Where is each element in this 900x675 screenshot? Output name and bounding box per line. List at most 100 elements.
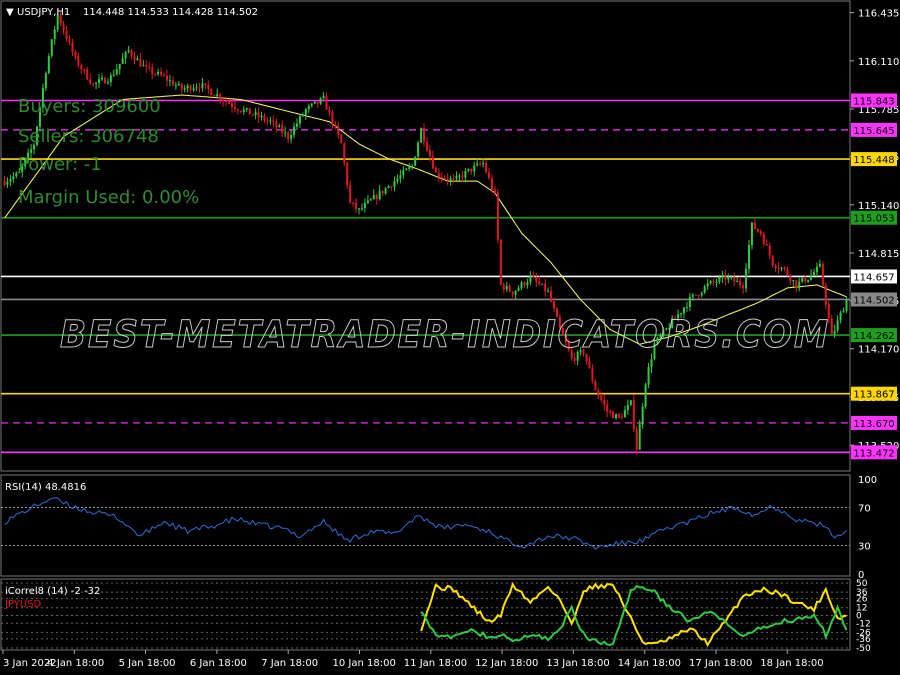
candle-body xyxy=(77,56,80,66)
candle-body xyxy=(464,170,467,178)
candle-body xyxy=(207,84,210,90)
candle-body xyxy=(482,162,485,165)
candle-body xyxy=(331,111,334,125)
candle-body xyxy=(618,414,621,418)
candle-body xyxy=(753,222,756,230)
candle-body xyxy=(597,390,600,396)
candle-body xyxy=(136,58,139,61)
candle-body xyxy=(411,165,414,168)
candle-body xyxy=(360,208,363,210)
candle-body xyxy=(239,110,242,112)
chart-canvas[interactable]: 116.435116.110115.785115.465115.140114.8… xyxy=(0,0,900,675)
candle-body xyxy=(691,294,694,297)
candle-body xyxy=(103,77,106,84)
candle-body xyxy=(804,277,807,282)
candle-body xyxy=(502,284,505,290)
level-label: 113.472 xyxy=(853,448,894,459)
candle-body xyxy=(186,85,189,89)
candle-body xyxy=(620,417,623,419)
candle-body xyxy=(685,307,688,309)
candle-body xyxy=(420,128,423,143)
candle-body xyxy=(251,114,254,116)
candle-body xyxy=(387,186,390,189)
candle-body xyxy=(301,114,304,116)
x-tick-label: 18 Jan 18:00 xyxy=(760,658,823,669)
candle-body xyxy=(821,263,824,286)
candle-body xyxy=(201,83,204,88)
x-tick-label: 11 Jan 18:00 xyxy=(404,658,467,669)
candle-body xyxy=(774,265,777,268)
candle-body xyxy=(511,291,514,295)
candle-body xyxy=(638,424,641,450)
candle-body xyxy=(845,299,848,311)
y-tick-label: 116.110 xyxy=(858,57,899,68)
candle-body xyxy=(151,67,154,75)
candle-body xyxy=(284,132,287,134)
candle-body xyxy=(499,239,502,285)
candle-body xyxy=(9,179,12,182)
rsi-line xyxy=(4,497,847,550)
candle-body xyxy=(405,168,408,171)
candle-body xyxy=(254,112,257,115)
candle-body xyxy=(219,94,222,100)
candle-body xyxy=(402,170,405,176)
candle-body xyxy=(245,108,248,110)
candle-body xyxy=(100,77,103,80)
candle-body xyxy=(532,275,535,278)
candle-body xyxy=(414,156,417,166)
candle-body xyxy=(694,294,697,296)
candle-body xyxy=(493,189,496,193)
header-arrow-icon[interactable]: ▼ xyxy=(6,7,14,18)
candle-body xyxy=(485,162,488,173)
level-label: 115.448 xyxy=(853,155,894,166)
candle-body xyxy=(242,109,245,112)
y-tick-label: 114.815 xyxy=(858,249,899,260)
candle-body xyxy=(393,181,396,187)
candle-body xyxy=(523,282,526,286)
candle-body xyxy=(641,406,644,425)
candle-body xyxy=(742,285,745,289)
candle-body xyxy=(222,99,225,101)
candle-body xyxy=(133,55,136,61)
candle-body xyxy=(458,175,461,177)
correl-tick-label: -50 xyxy=(856,644,871,654)
candle-body xyxy=(80,65,83,70)
candle-body xyxy=(612,411,615,419)
candle-body xyxy=(230,103,233,107)
candle-body xyxy=(83,69,86,71)
candle-body xyxy=(706,283,709,287)
candle-body xyxy=(269,120,272,122)
candle-body xyxy=(505,285,508,290)
candle-body xyxy=(366,200,369,204)
candle-body xyxy=(139,58,142,67)
watermark-logo: BEST-METATRADER-INDICATORS.COM xyxy=(60,313,830,356)
candle-body xyxy=(145,65,148,67)
candle-body xyxy=(337,125,340,135)
candle-body xyxy=(739,281,742,286)
candle-body xyxy=(768,245,771,256)
candle-body xyxy=(112,74,115,76)
candle-body xyxy=(127,49,130,52)
candle-body xyxy=(183,88,186,90)
candle-body xyxy=(50,39,53,56)
candle-body xyxy=(609,411,612,413)
candle-body xyxy=(603,399,606,405)
candle-body xyxy=(449,178,452,181)
candle-body xyxy=(12,176,15,180)
time-axis: 3 Jan 20224 Jan 18:00 5 Jan 18:00 6 Jan 18… xyxy=(2,650,824,669)
candle-body xyxy=(488,172,491,179)
candle-body xyxy=(163,75,166,77)
candle-body xyxy=(115,69,118,75)
candle-body xyxy=(718,277,721,282)
candle-body xyxy=(833,330,836,335)
sellers-label: Sellers: 306748 xyxy=(18,126,159,147)
level-label: 115.843 xyxy=(853,96,894,107)
level-label: 113.867 xyxy=(853,390,894,401)
candle-body xyxy=(47,55,50,74)
candle-body xyxy=(750,222,753,246)
candle-body xyxy=(313,101,316,104)
candle-body xyxy=(496,192,499,240)
candle-body xyxy=(154,74,157,76)
candle-body xyxy=(553,301,556,309)
candle-body xyxy=(443,177,446,179)
